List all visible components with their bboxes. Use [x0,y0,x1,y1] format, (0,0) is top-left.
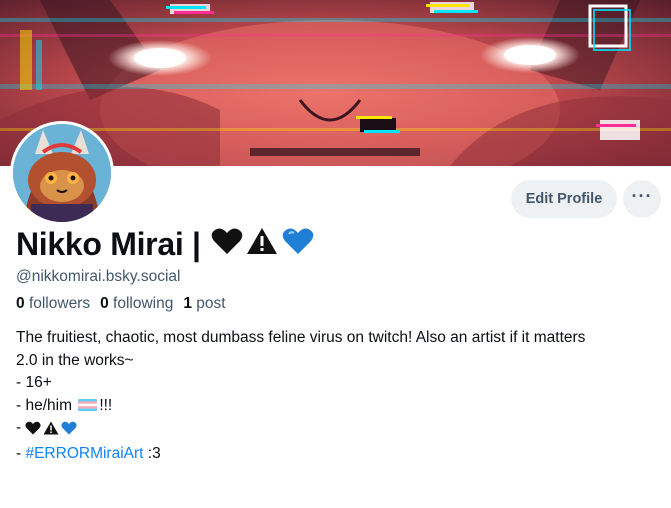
avatar[interactable] [10,121,114,225]
profile-bio: The fruitiest, chaotic, most dumbass fel… [16,327,656,465]
following-label: following [113,295,174,312]
blue-heart-icon [282,226,314,263]
posts-label: post [196,295,226,312]
transgender-flag-icon [78,398,98,411]
bio-line-6: - #ERRORMiraiArt :3 [16,443,656,466]
bio-line-1: The fruitiest, chaotic, most dumbass fel… [16,329,586,346]
bio-line-5-prefix: - [16,419,26,436]
posts-count: 1 [183,295,192,312]
followers-stat[interactable]: 0 followers [16,295,90,313]
following-count: 0 [100,295,109,312]
more-options-button[interactable]: ··· [623,180,661,218]
bio-line-2: 2.0 in the works~ [16,351,134,369]
profile-handle: @nikkomirai.bsky.social [16,268,181,285]
following-stat[interactable]: 0 following [100,295,173,313]
hashtag-link[interactable]: #ERRORMiraiArt [25,445,143,462]
ellipsis-icon: ··· [631,186,653,206]
bio-line-5: - [16,417,656,443]
display-name-text: Nikko Mirai | [16,226,201,262]
warning-sign-icon [43,420,59,443]
bio-line-6-suffix: :3 [143,444,161,462]
bio-line-4: - he/him !!! [16,395,656,418]
warning-sign-icon [246,226,278,263]
posts-stat: 1 post [183,295,225,313]
followers-label: followers [28,295,91,312]
blue-heart-icon [61,420,78,443]
bio-line-4-suffix: !!! [99,396,113,414]
display-name: Nikko Mirai | [16,226,314,263]
black-heart-icon [25,420,42,443]
profile-actions: Edit Profile ··· [511,180,661,218]
bio-line-4-prefix: - he/him [16,396,77,414]
followers-count: 0 [16,295,25,312]
black-heart-icon [211,226,243,263]
profile-stats: 0 followers 0 following 1 post [16,295,226,313]
bio-line-3: - 16+ [16,374,52,391]
edit-profile-button[interactable]: Edit Profile [511,180,617,218]
